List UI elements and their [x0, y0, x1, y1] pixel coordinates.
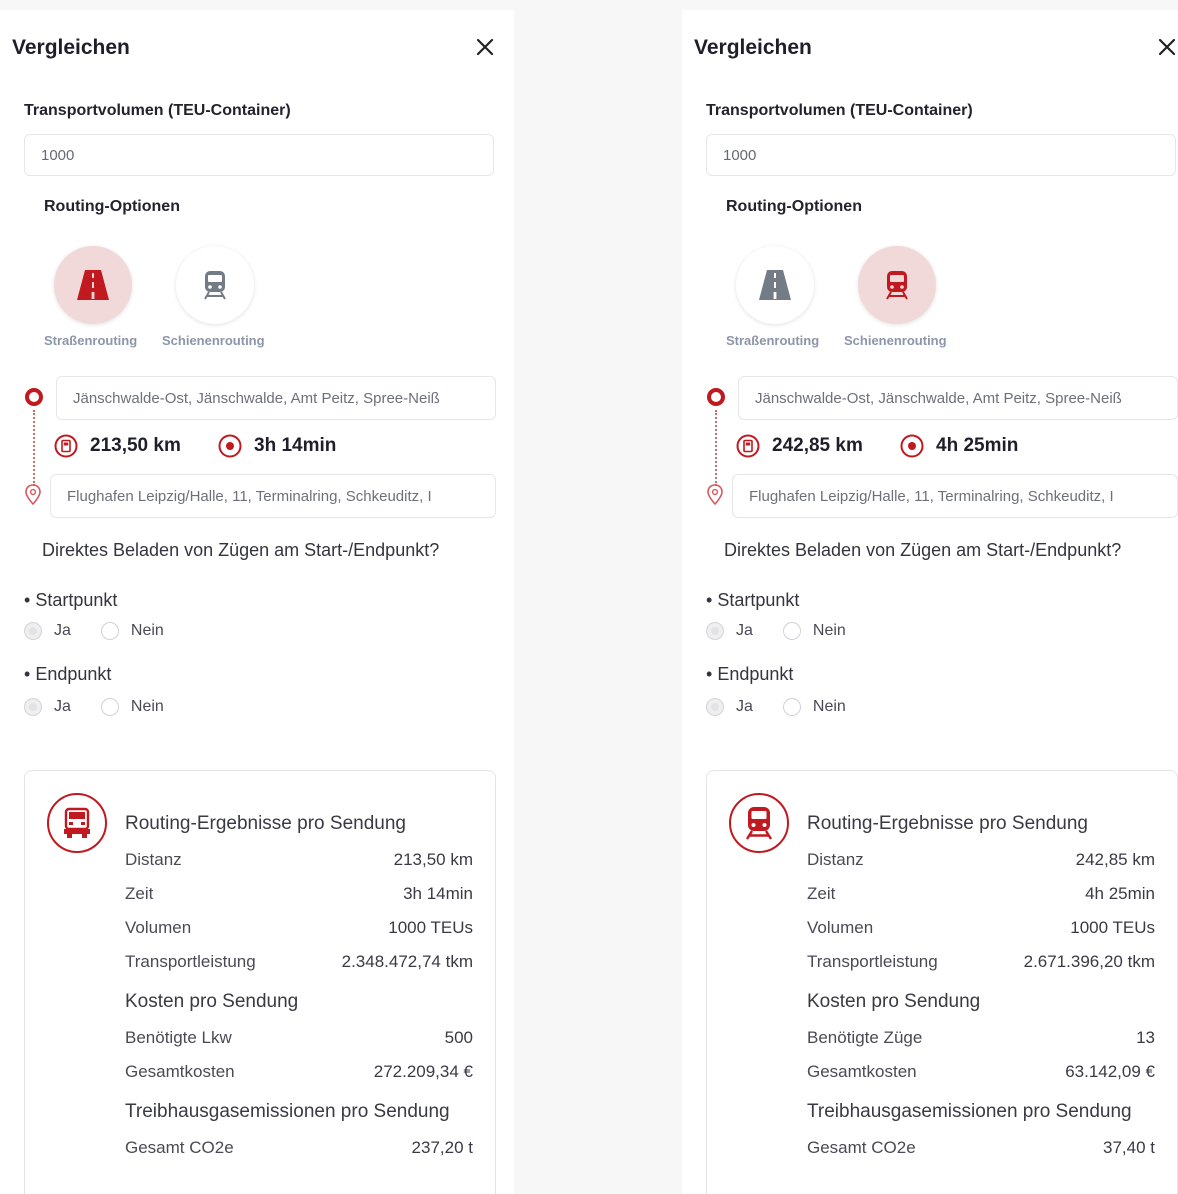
road-routing-button[interactable]	[736, 246, 814, 324]
end-yes-label: Ja	[54, 698, 71, 715]
cost-row-total: Gesamtkosten 63.142,09 €	[807, 1062, 1155, 1081]
route-connector	[715, 410, 717, 486]
endpoint-label: • Endpunkt	[24, 664, 112, 684]
routing-options-label: Routing-Optionen	[44, 198, 180, 215]
fuel-icon	[54, 434, 78, 458]
origin-input[interactable]	[56, 376, 496, 420]
loading-question: Direktes Beladen von Zügen am Start-/End…	[42, 540, 440, 560]
start-no-label: Nein	[812, 622, 846, 639]
loading-question: Direktes Beladen von Zügen am Start-/End…	[724, 540, 1122, 560]
distance-stat: 213,50 km	[54, 434, 181, 458]
start-no-label: Nein	[130, 622, 164, 639]
rail-routing-label[interactable]: Schienenrouting	[844, 333, 947, 348]
distance-value: 242,85 km	[772, 435, 863, 456]
origin-input[interactable]	[738, 376, 1178, 420]
cost-row-vehicles: Benötigte Lkw 500	[125, 1028, 473, 1047]
compare-panel-rail: Vergleichen Transportvolumen (TEU-Contai…	[682, 10, 1178, 1194]
time-value: 4h 25min	[936, 435, 1019, 456]
time-stat: 4h 25min	[900, 434, 1018, 458]
end-no-radio[interactable]	[782, 698, 801, 716]
rail-routing-button[interactable]	[858, 246, 936, 324]
cost-title: Kosten pro Sendung	[807, 991, 981, 1012]
end-yes-radio[interactable]	[706, 698, 724, 716]
result-row-time: Zeit 3h 14min	[125, 884, 473, 903]
end-no-label: Nein	[812, 698, 846, 715]
route-connector	[33, 410, 35, 486]
volume-input[interactable]	[706, 134, 1176, 176]
rail-routing-button[interactable]	[176, 246, 254, 324]
train-icon	[204, 271, 226, 300]
end-no-label: Nein	[130, 698, 164, 715]
volume-input[interactable]	[24, 134, 494, 176]
results-title: Routing-Ergebnisse pro Sendung	[125, 813, 406, 834]
startpoint-label: • Startpunkt	[24, 590, 118, 610]
result-row-transport: Transportleistung 2.348.472,74 tkm	[125, 952, 473, 971]
ghg-title: Treibhausgasemissionen pro Sendung	[807, 1101, 1132, 1122]
start-yes-radio[interactable]	[706, 622, 724, 640]
end-no-radio[interactable]	[100, 698, 119, 716]
rail-routing-label[interactable]: Schienenrouting	[162, 333, 265, 348]
result-row-time: Zeit 4h 25min	[807, 884, 1155, 903]
result-row-distance: Distanz 242,85 km	[807, 850, 1155, 869]
road-icon	[77, 270, 109, 300]
train-icon	[886, 271, 908, 300]
destination-input[interactable]	[50, 474, 496, 518]
ghg-row-co2: Gesamt CO2e 237,20 t	[125, 1138, 473, 1157]
routing-options-label: Routing-Optionen	[726, 198, 862, 215]
destination-input[interactable]	[732, 474, 1178, 518]
results-card: Routing-Ergebnisse pro Sendung Distanz 24…	[706, 770, 1178, 1194]
ghg-title: Treibhausgasemissionen pro Sendung	[125, 1101, 450, 1122]
startpoint-label: • Startpunkt	[706, 590, 800, 610]
panel-title: Vergleichen	[12, 36, 130, 59]
start-no-radio[interactable]	[100, 622, 119, 640]
panel-title: Vergleichen	[694, 36, 812, 59]
road-routing-label[interactable]: Straßenrouting	[726, 333, 819, 348]
origin-marker-icon	[25, 388, 43, 406]
results-icon	[47, 793, 107, 853]
start-yes-radio[interactable]	[24, 622, 42, 640]
result-row-volume: Volumen 1000 TEUs	[125, 918, 473, 937]
results-title: Routing-Ergebnisse pro Sendung	[807, 813, 1088, 834]
location-pin-icon	[707, 484, 723, 506]
result-row-volume: Volumen 1000 TEUs	[807, 918, 1155, 937]
start-yes-label: Ja	[736, 622, 753, 639]
road-routing-label[interactable]: Straßenrouting	[44, 333, 137, 348]
end-yes-label: Ja	[736, 698, 753, 715]
endpoint-radio-group: Ja Nein	[24, 698, 194, 716]
time-stat: 3h 14min	[218, 434, 336, 458]
result-row-transport: Transportleistung 2.671.396,20 tkm	[807, 952, 1155, 971]
road-icon	[759, 270, 791, 300]
compare-panel-road: Vergleichen Transportvolumen (TEU-Contai…	[0, 10, 514, 1194]
train-icon	[745, 807, 773, 840]
ghg-row-co2: Gesamt CO2e 37,40 t	[807, 1138, 1155, 1157]
distance-stat: 242,85 km	[736, 434, 863, 458]
startpoint-radio-group: Ja Nein	[706, 622, 876, 640]
endpoint-radio-group: Ja Nein	[706, 698, 876, 716]
results-card: Routing-Ergebnisse pro Sendung Distanz 21…	[24, 770, 496, 1194]
origin-marker-icon	[707, 388, 725, 406]
road-routing-button[interactable]	[54, 246, 132, 324]
target-icon	[218, 434, 242, 458]
start-yes-label: Ja	[54, 622, 71, 639]
volume-label: Transportvolumen (TEU-Container)	[24, 102, 291, 119]
cost-row-total: Gesamtkosten 272.209,34 €	[125, 1062, 473, 1081]
result-row-distance: Distanz 213,50 km	[125, 850, 473, 869]
end-yes-radio[interactable]	[24, 698, 42, 716]
fuel-icon	[736, 434, 760, 458]
startpoint-radio-group: Ja Nein	[24, 622, 194, 640]
cost-row-vehicles: Benötigte Züge 13	[807, 1028, 1155, 1047]
target-icon	[900, 434, 924, 458]
location-pin-icon	[25, 484, 41, 506]
distance-value: 213,50 km	[90, 435, 181, 456]
close-icon[interactable]	[1156, 36, 1178, 58]
start-no-radio[interactable]	[782, 622, 801, 640]
truck-icon	[64, 807, 90, 838]
volume-label: Transportvolumen (TEU-Container)	[706, 102, 973, 119]
time-value: 3h 14min	[254, 435, 337, 456]
close-icon[interactable]	[474, 36, 496, 58]
results-icon	[729, 793, 789, 853]
cost-title: Kosten pro Sendung	[125, 991, 299, 1012]
endpoint-label: • Endpunkt	[706, 664, 794, 684]
